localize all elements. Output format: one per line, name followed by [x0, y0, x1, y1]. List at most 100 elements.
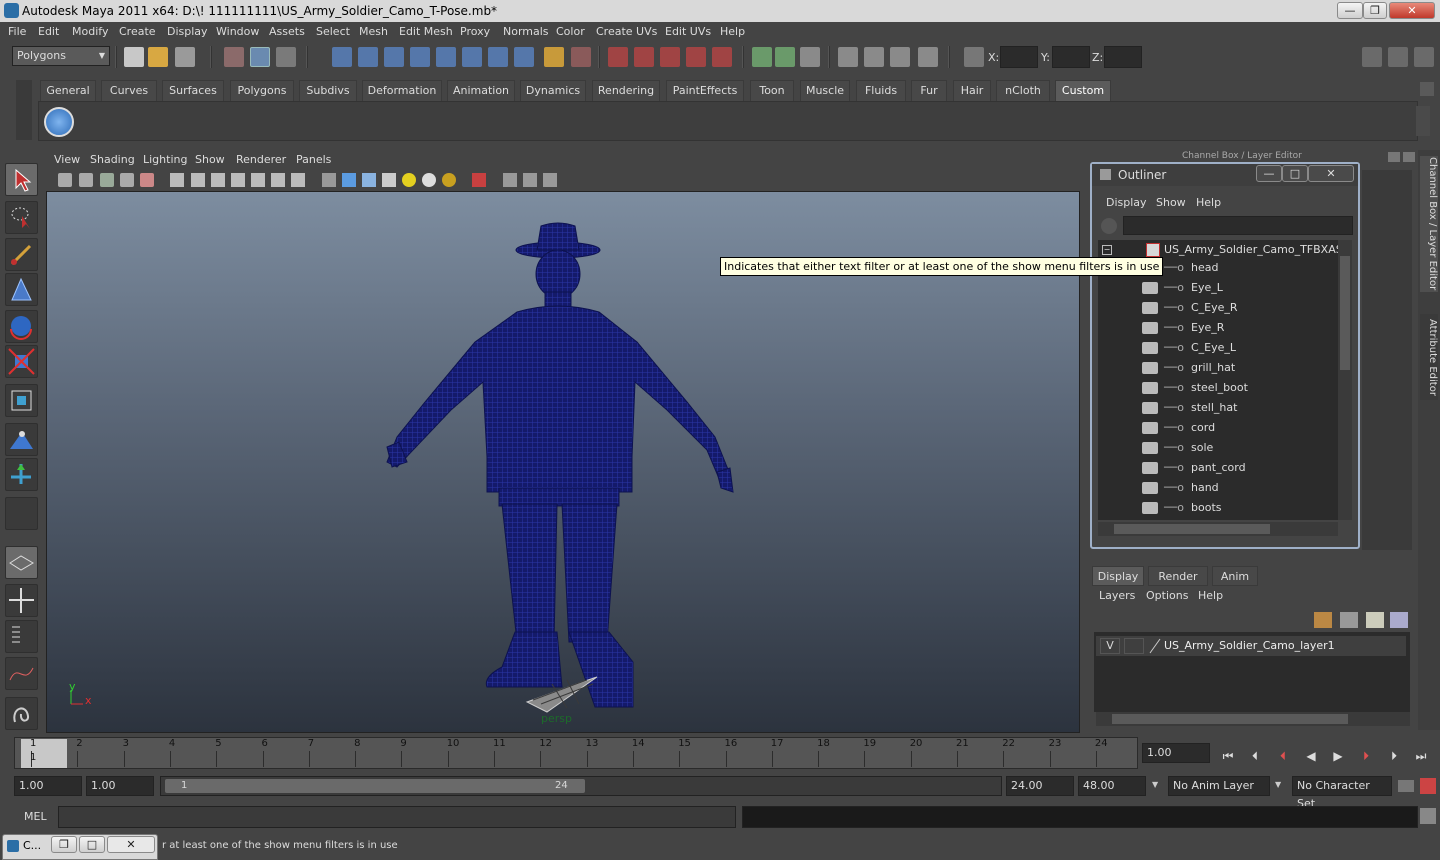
viewport-menu-panels[interactable]: Panels [296, 153, 331, 166]
layer-menu-help[interactable]: Help [1198, 589, 1223, 602]
side-tab-channel-box[interactable]: Channel Box / Layer Editor [1420, 156, 1438, 292]
xray-icon[interactable] [503, 173, 517, 187]
play-backwards-icon[interactable]: ◀ [1301, 746, 1321, 766]
animation-preferences-icon[interactable] [1420, 778, 1436, 794]
all-lights-icon[interactable] [422, 173, 436, 187]
numeric-input-icon[interactable] [964, 47, 984, 67]
shelf-tab-fur[interactable]: Fur [911, 80, 947, 101]
lock-icon[interactable] [544, 47, 564, 67]
range-slider-bar[interactable]: 1 24 [165, 779, 585, 793]
ipr-render-icon[interactable] [660, 47, 680, 67]
image-plane-icon[interactable] [120, 173, 134, 187]
gate-mask-icon[interactable] [231, 173, 245, 187]
step-forward-key-icon[interactable]: ⏵ [1356, 746, 1376, 766]
history-icon[interactable] [462, 47, 482, 67]
outliner-search-input[interactable] [1123, 216, 1353, 235]
layer-row[interactable]: V US_Army_Soldier_Camo_layer1 [1096, 636, 1406, 656]
outliner-item[interactable]: ──o pant_cord [1096, 458, 1336, 478]
select-component-icon[interactable] [276, 47, 296, 67]
layer-display-type-toggle[interactable] [1124, 638, 1144, 654]
bookmark-icon[interactable] [100, 173, 114, 187]
hypershade-layout-icon[interactable] [5, 697, 38, 730]
rotate-tool-icon[interactable] [5, 310, 38, 343]
chevron-down-icon[interactable]: ▼ [1275, 780, 1281, 789]
character-set-dropdown[interactable]: No Character Set [1292, 776, 1392, 810]
step-forward-frame-icon[interactable]: ⏵ [1384, 746, 1404, 766]
outliner-item[interactable]: ──o cord [1096, 418, 1336, 438]
step-back-key-icon[interactable]: ⏴ [1273, 746, 1293, 766]
outliner-item[interactable]: ──o C_Eye_L [1096, 338, 1336, 358]
outliner-item[interactable]: ──o steel_boot [1096, 378, 1336, 398]
textured-icon[interactable] [382, 173, 396, 187]
y-field[interactable] [1052, 46, 1090, 68]
outliner-item[interactable]: ──o hand [1096, 478, 1336, 498]
layer-tab-anim[interactable]: Anim [1212, 566, 1258, 586]
command-language-label[interactable]: MEL [24, 810, 47, 823]
menu-assets[interactable]: Assets [269, 25, 305, 38]
shelf-tab-subdivs[interactable]: Subdivs [299, 80, 357, 101]
outliner-item[interactable]: ──o grill_hat [1096, 358, 1336, 378]
share-icon[interactable] [543, 173, 557, 187]
play-forwards-icon[interactable]: ▶ [1328, 746, 1348, 766]
outliner-item[interactable]: ──o stell_hat [1096, 398, 1336, 418]
outliner-maximize-button[interactable]: □ [1282, 165, 1308, 182]
clipboard-icon[interactable] [800, 47, 820, 67]
2d-pan-zoom-icon[interactable] [140, 173, 154, 187]
shelf-tab-custom[interactable]: Custom [1055, 80, 1111, 101]
snap-curve-icon[interactable] [358, 47, 378, 67]
outliner-menu-show[interactable]: Show [1156, 196, 1186, 209]
menu-create-uvs[interactable]: Create UVs [596, 25, 657, 38]
shelf-tab-surfaces[interactable]: Surfaces [162, 80, 224, 101]
snap-view-plane-icon[interactable] [410, 47, 430, 67]
shelf-options-handle[interactable] [16, 80, 32, 140]
shelf-tab-general[interactable]: General [40, 80, 96, 101]
start-time-field[interactable]: 1.00 [14, 776, 82, 796]
outliner-persp-layout-icon[interactable] [5, 620, 38, 653]
save-scene-icon[interactable] [175, 47, 195, 67]
safe-title-icon[interactable] [291, 173, 305, 187]
safe-action-icon[interactable] [271, 173, 285, 187]
magnet-icon[interactable] [571, 47, 591, 67]
camera-attributes-icon[interactable] [79, 173, 93, 187]
script-editor-icon[interactable] [1420, 808, 1436, 824]
layer-menu-layers[interactable]: Layers [1099, 589, 1135, 602]
scale-tool-icon[interactable] [5, 345, 38, 378]
paint-select-tool-icon[interactable] [5, 238, 38, 271]
z-field[interactable] [1104, 46, 1142, 68]
select-tool-icon[interactable] [5, 163, 38, 196]
outliner-hscrollbar[interactable] [1098, 522, 1338, 536]
menu-edit-mesh[interactable]: Edit Mesh [399, 25, 453, 38]
shelf-tab-animation[interactable]: Animation [447, 80, 515, 101]
outliner-minimize-button[interactable]: — [1256, 165, 1282, 182]
menu-select[interactable]: Select [316, 25, 350, 38]
close-window-button[interactable]: ✕ [1389, 2, 1435, 19]
select-object-icon[interactable] [250, 47, 270, 67]
minimized-restore-button[interactable]: ❐ [51, 836, 77, 853]
graph-editor-layout-icon[interactable] [5, 657, 38, 690]
step-back-frame-icon[interactable]: ⏴ [1245, 746, 1265, 766]
outliner-item[interactable]: ──o sole [1096, 438, 1336, 458]
shadows-icon[interactable] [442, 173, 456, 187]
range-slider[interactable]: 1 24 [160, 776, 1002, 796]
construction-history-icon[interactable] [608, 47, 628, 67]
input-output-icon[interactable] [488, 47, 508, 67]
trash-icon[interactable] [1420, 82, 1434, 96]
viewport-menu-view[interactable]: View [54, 153, 80, 166]
playback-start-field[interactable]: 1.00 [86, 776, 154, 796]
field-chart-icon[interactable] [251, 173, 265, 187]
rename-icon[interactable] [890, 47, 910, 67]
menu-window[interactable]: Window [216, 25, 259, 38]
lasso-tool-icon[interactable] [5, 201, 38, 234]
menu-color[interactable]: Color [556, 25, 585, 38]
smooth-shade-icon[interactable] [342, 173, 356, 187]
menu-mesh[interactable]: Mesh [359, 25, 388, 38]
camera-select-icon[interactable] [58, 173, 72, 187]
open-scene-icon[interactable] [148, 47, 168, 67]
shelf-tab-deformation[interactable]: Deformation [362, 80, 442, 101]
minimize-window-button[interactable]: — [1337, 2, 1363, 19]
quick-selection-icon[interactable] [918, 47, 938, 67]
channel-box-close-icon[interactable] [1403, 152, 1415, 162]
shelf-tab-painteffects[interactable]: PaintEffects [666, 80, 744, 101]
viewport-menu-renderer[interactable]: Renderer [236, 153, 286, 166]
outliner-menu-help[interactable]: Help [1196, 196, 1221, 209]
